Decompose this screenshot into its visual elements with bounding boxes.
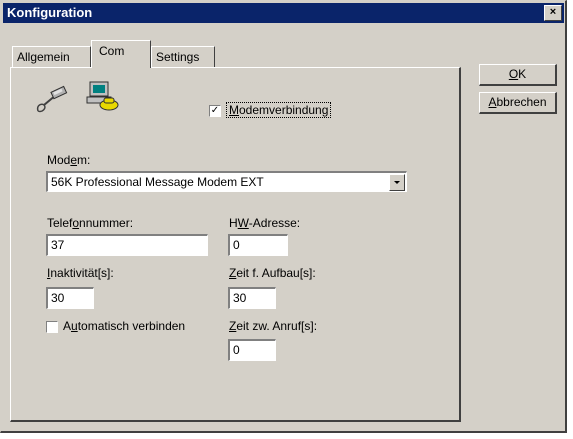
check-icon: ✓ <box>210 105 220 116</box>
zeit-aufbau-input[interactable]: 30 <box>228 287 276 309</box>
telefonnummer-input[interactable]: 37 <box>46 234 208 256</box>
hw-adresse-input[interactable]: 0 <box>228 234 288 256</box>
config-dialog: Konfiguration × Allgemein Com Settings O… <box>0 0 567 433</box>
automatisch-verbinden-label[interactable]: Automatisch verbinden <box>63 319 185 333</box>
chevron-down-icon <box>394 181 400 184</box>
zeit-anruf-label: Zeit zw. Anruf[s]: <box>229 319 318 333</box>
zeit-aufbau-value: 30 <box>233 291 247 305</box>
dropdown-button[interactable] <box>389 174 405 191</box>
close-button[interactable]: × <box>544 5 562 21</box>
modem-select-value: 56K Professional Message Modem EXT <box>51 175 264 189</box>
inaktivitaet-value: 30 <box>51 291 65 305</box>
hw-adresse-value: 0 <box>233 238 240 252</box>
tab-allgemein[interactable]: Allgemein <box>12 46 91 67</box>
zeit-anruf-value: 0 <box>233 343 240 357</box>
tab-com-label: Com <box>99 44 125 58</box>
title-bar[interactable]: Konfiguration × <box>3 3 564 23</box>
ok-mnemonic: O <box>508 67 519 81</box>
modemverbindung-checkbox[interactable]: ✓ <box>209 105 221 117</box>
telefonnummer-value: 37 <box>51 238 65 252</box>
window-title: Konfiguration <box>7 5 93 20</box>
computer-phone-icon <box>86 81 119 111</box>
inaktivitaet-label: Inaktivität[s]: <box>47 266 114 280</box>
inaktivitaet-input[interactable]: 30 <box>46 287 94 309</box>
com-tab-panel: ✓ Modemverbindung Modem: 56K Professiona… <box>10 67 461 422</box>
automatisch-verbinden-checkbox[interactable] <box>46 321 58 333</box>
tab-settings[interactable]: Settings <box>151 46 215 67</box>
tab-com[interactable]: Com <box>91 40 151 68</box>
serial-cable-icon <box>36 85 68 113</box>
modem-select[interactable]: 56K Professional Message Modem EXT <box>46 171 407 192</box>
tab-settings-label: Settings <box>156 50 200 64</box>
modemverbindung-label[interactable]: Modemverbindung <box>226 102 332 118</box>
abbrechen-button[interactable]: Abbrechen <box>479 92 557 114</box>
tab-allgemein-label: Allgemein <box>17 50 70 64</box>
ok-button[interactable]: OK <box>479 64 557 86</box>
modem-label: Modem: <box>47 153 91 167</box>
zeit-anruf-input[interactable]: 0 <box>228 339 276 361</box>
close-icon: × <box>549 6 557 18</box>
zeit-aufbau-label: Zeit f. Aufbau[s]: <box>229 266 316 280</box>
hw-adresse-label: HW-Adresse: <box>229 216 301 230</box>
telefonnummer-label: Telefonnummer: <box>47 216 134 230</box>
